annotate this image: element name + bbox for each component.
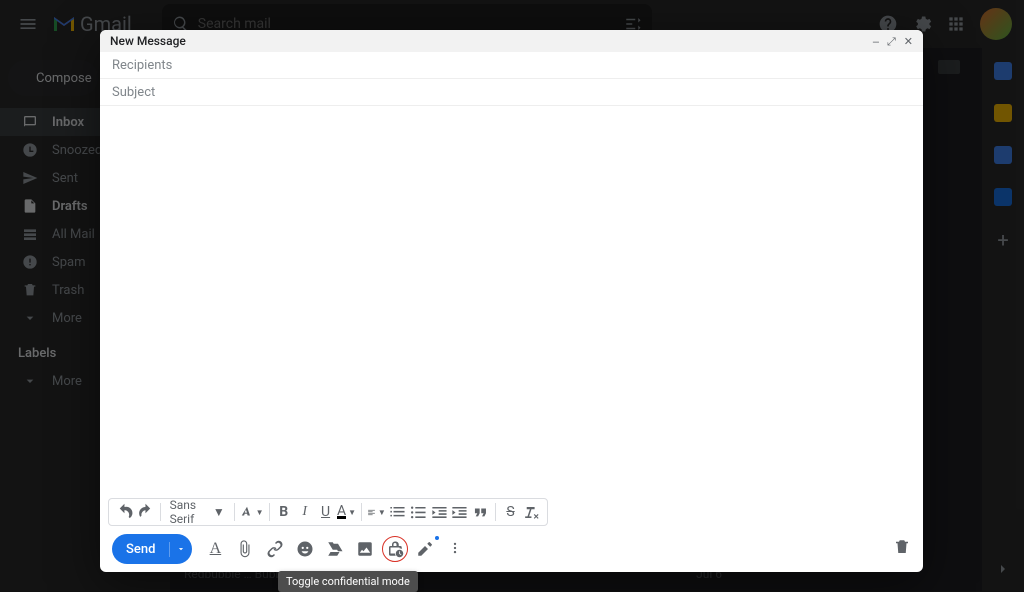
- pen-icon: [416, 540, 434, 558]
- recipients-field[interactable]: [100, 52, 923, 79]
- compose-body[interactable]: [100, 106, 923, 498]
- compose-title: New Message: [110, 34, 186, 48]
- italic-button[interactable]: I: [295, 500, 314, 524]
- indent-more-button[interactable]: [450, 500, 469, 524]
- send-label: Send: [112, 542, 170, 557]
- subject-field[interactable]: [100, 79, 923, 106]
- minimize-button[interactable]: ‒: [873, 36, 879, 47]
- send-button[interactable]: Send: [112, 534, 192, 564]
- discard-draft-button[interactable]: [893, 538, 911, 560]
- lock-clock-icon: [386, 540, 404, 558]
- more-options-button[interactable]: [444, 540, 466, 559]
- attach-files-button[interactable]: [234, 538, 256, 560]
- indent-less-button[interactable]: [430, 500, 449, 524]
- compose-titlebar[interactable]: New Message ‒ ⤢ ✕: [100, 30, 923, 52]
- bold-button[interactable]: B: [274, 500, 293, 524]
- close-button[interactable]: ✕: [904, 36, 913, 47]
- send-options-dropdown[interactable]: [170, 544, 192, 554]
- compose-footer: Send A Toggle confidential mode: [100, 532, 923, 572]
- signature-indicator-dot: [435, 536, 439, 540]
- toggle-confidential-button[interactable]: [384, 538, 406, 560]
- font-size-select[interactable]: ▼: [240, 500, 264, 524]
- remove-formatting-button[interactable]: [522, 500, 541, 524]
- font-family-select[interactable]: Sans Serif▼: [166, 498, 229, 526]
- subject-input[interactable]: [112, 85, 911, 100]
- quote-button[interactable]: [471, 500, 490, 524]
- strikethrough-button[interactable]: S: [501, 500, 520, 524]
- underline-button[interactable]: U: [316, 500, 335, 524]
- undo-button[interactable]: [115, 500, 134, 524]
- align-button[interactable]: ▼: [367, 500, 386, 524]
- formatting-toolbar: Sans Serif▼ ▼ B I U A▼ ▼ S: [108, 498, 548, 526]
- formatting-options-toggle[interactable]: A: [204, 538, 226, 560]
- insert-link-button[interactable]: [264, 538, 286, 560]
- insert-emoji-button[interactable]: [294, 538, 316, 560]
- popout-button[interactable]: ⤢: [887, 36, 896, 47]
- numbered-list-button[interactable]: [388, 500, 407, 524]
- insert-photo-button[interactable]: [354, 538, 376, 560]
- text-color-button[interactable]: A▼: [337, 500, 356, 524]
- bulleted-list-button[interactable]: [409, 500, 428, 524]
- insert-drive-button[interactable]: [324, 538, 346, 560]
- insert-signature-button[interactable]: [414, 538, 436, 560]
- recipients-input[interactable]: [112, 58, 911, 73]
- redo-button[interactable]: [136, 500, 155, 524]
- compose-window: New Message ‒ ⤢ ✕ Sans Serif▼ ▼ B I U A▼…: [100, 30, 923, 572]
- confidential-tooltip: Toggle confidential mode: [278, 571, 418, 592]
